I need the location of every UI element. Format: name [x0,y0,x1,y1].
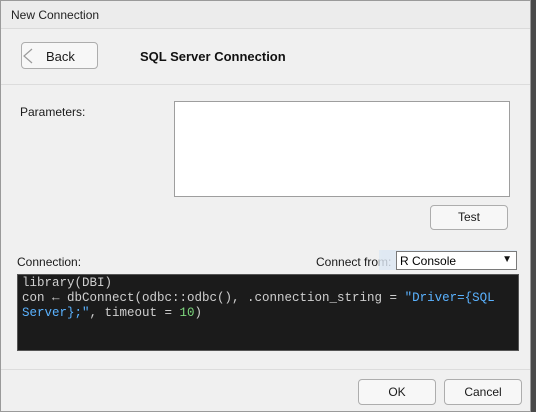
code-line-2-prefix: con ← dbConnect(odbc::odbc(), .connectio… [22,291,405,305]
code-line-3-end: ) [194,306,203,320]
connection-label: Connection: [17,255,82,269]
back-button-label: Back [46,49,75,64]
page-title: SQL Server Connection [140,49,286,64]
parameters-input[interactable] [174,101,510,197]
connect-from-select[interactable]: R Console ▼ [396,251,517,270]
header-divider [1,84,530,85]
back-button[interactable]: Back [21,42,98,69]
cancel-button[interactable]: Cancel [444,379,522,405]
window-title: New Connection [11,8,100,22]
background-edge [531,0,536,412]
test-button[interactable]: Test [430,205,508,230]
connect-from-value: R Console [400,254,457,268]
dropdown-arrow-icon: ▼ [502,254,512,265]
code-line-3-mid: , timeout = [89,306,180,320]
connection-code-block[interactable]: library(DBI) con ← dbConnect(odbc::odbc(… [17,274,519,351]
new-connection-dialog: New Connection Back SQL Server Connectio… [0,0,531,412]
title-bar[interactable]: New Connection [1,1,530,29]
code-line-3-number: 10 [179,306,195,320]
footer-divider [1,369,530,370]
ok-button[interactable]: OK [358,379,436,405]
code-line-3-string: Server};" [22,306,90,320]
chevron-left-icon [23,48,33,64]
code-line-1: library(DBI) [22,276,113,290]
parameters-label: Parameters: [20,105,86,119]
code-line-2-string: "Driver={SQL [404,291,495,305]
